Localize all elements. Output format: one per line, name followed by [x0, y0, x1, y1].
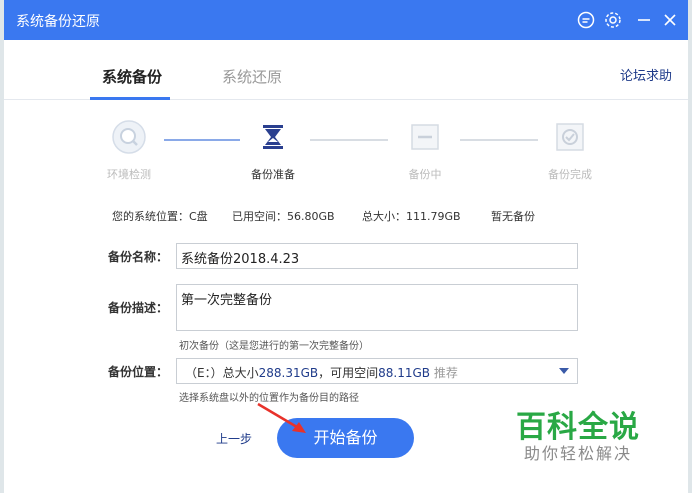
watermark-tagline: 助你轻松解决: [524, 444, 633, 463]
system-location-text: 您的系统位置：C盘: [112, 210, 208, 223]
backup-description-textarea[interactable]: 第一次完整备份: [176, 284, 578, 331]
annotation-arrow-icon: [257, 402, 306, 433]
title-bar: 系统备份还原: [4, 0, 688, 40]
forum-help-link[interactable]: 论坛求助: [620, 65, 672, 84]
step-label-prepare: 备份准备: [251, 168, 295, 181]
location-total-size: 288.31GB: [258, 366, 319, 380]
tab-system-restore[interactable]: 系统还原: [222, 66, 282, 87]
tab-bar: 系统备份 系统还原 论坛求助: [4, 40, 688, 100]
settings-gear-icon[interactable]: [603, 10, 623, 30]
backup-location-label: 备份位置：: [107, 365, 168, 379]
active-tab-indicator: [90, 97, 170, 100]
location-drive-text: （E：）总大小: [185, 366, 259, 380]
backup-name-label: 备份名称：: [107, 250, 168, 264]
location-available-label: ，可用空间: [318, 366, 379, 380]
step-connector-3: [460, 139, 538, 141]
backup-description-label: 备份描述：: [107, 301, 168, 315]
tab-system-backup[interactable]: 系统备份: [102, 66, 162, 87]
total-size-text: 总大小：111.79GB: [362, 210, 461, 223]
progress-steps: 环境检测 备份准备 备份中 备份完成: [4, 120, 688, 190]
previous-step-link[interactable]: 上一步: [216, 430, 252, 447]
close-icon[interactable]: [660, 10, 680, 30]
location-available-size: 88.11GB: [378, 366, 431, 380]
step-label-backing-up: 备份中: [408, 168, 442, 181]
backup-name-input[interactable]: 系统备份2018.4.23: [176, 243, 578, 269]
chevron-down-icon[interactable]: [559, 368, 569, 374]
used-space-text: 已用空间：56.80GB: [232, 210, 335, 223]
backup-status-text: 暂无备份: [491, 210, 535, 223]
step-connector-1: [164, 139, 240, 141]
progress-icon: [408, 120, 442, 154]
window-title: 系统备份还原: [16, 14, 100, 30]
backup-window: 系统备份还原 系统备份 系统还原 论坛求助 环境检测 备份准备 备份中 备份完成…: [4, 0, 688, 493]
location-recommend-tag: 推荐: [430, 366, 458, 380]
step-connector-2: [310, 139, 388, 141]
backup-location-select[interactable]: （E：）总大小288.31GB，可用空间88.11GB 推荐: [176, 358, 578, 384]
description-hint: 初次备份（这是您进行的第一次完整备份）: [179, 341, 369, 352]
step-label-done: 备份完成: [548, 168, 592, 181]
feedback-icon[interactable]: [576, 10, 596, 30]
step-label-check: 环境检测: [107, 168, 151, 181]
minimize-icon[interactable]: [634, 10, 654, 30]
hourglass-icon: [256, 120, 290, 154]
magnifier-icon: [112, 120, 146, 154]
check-icon: [553, 120, 587, 154]
